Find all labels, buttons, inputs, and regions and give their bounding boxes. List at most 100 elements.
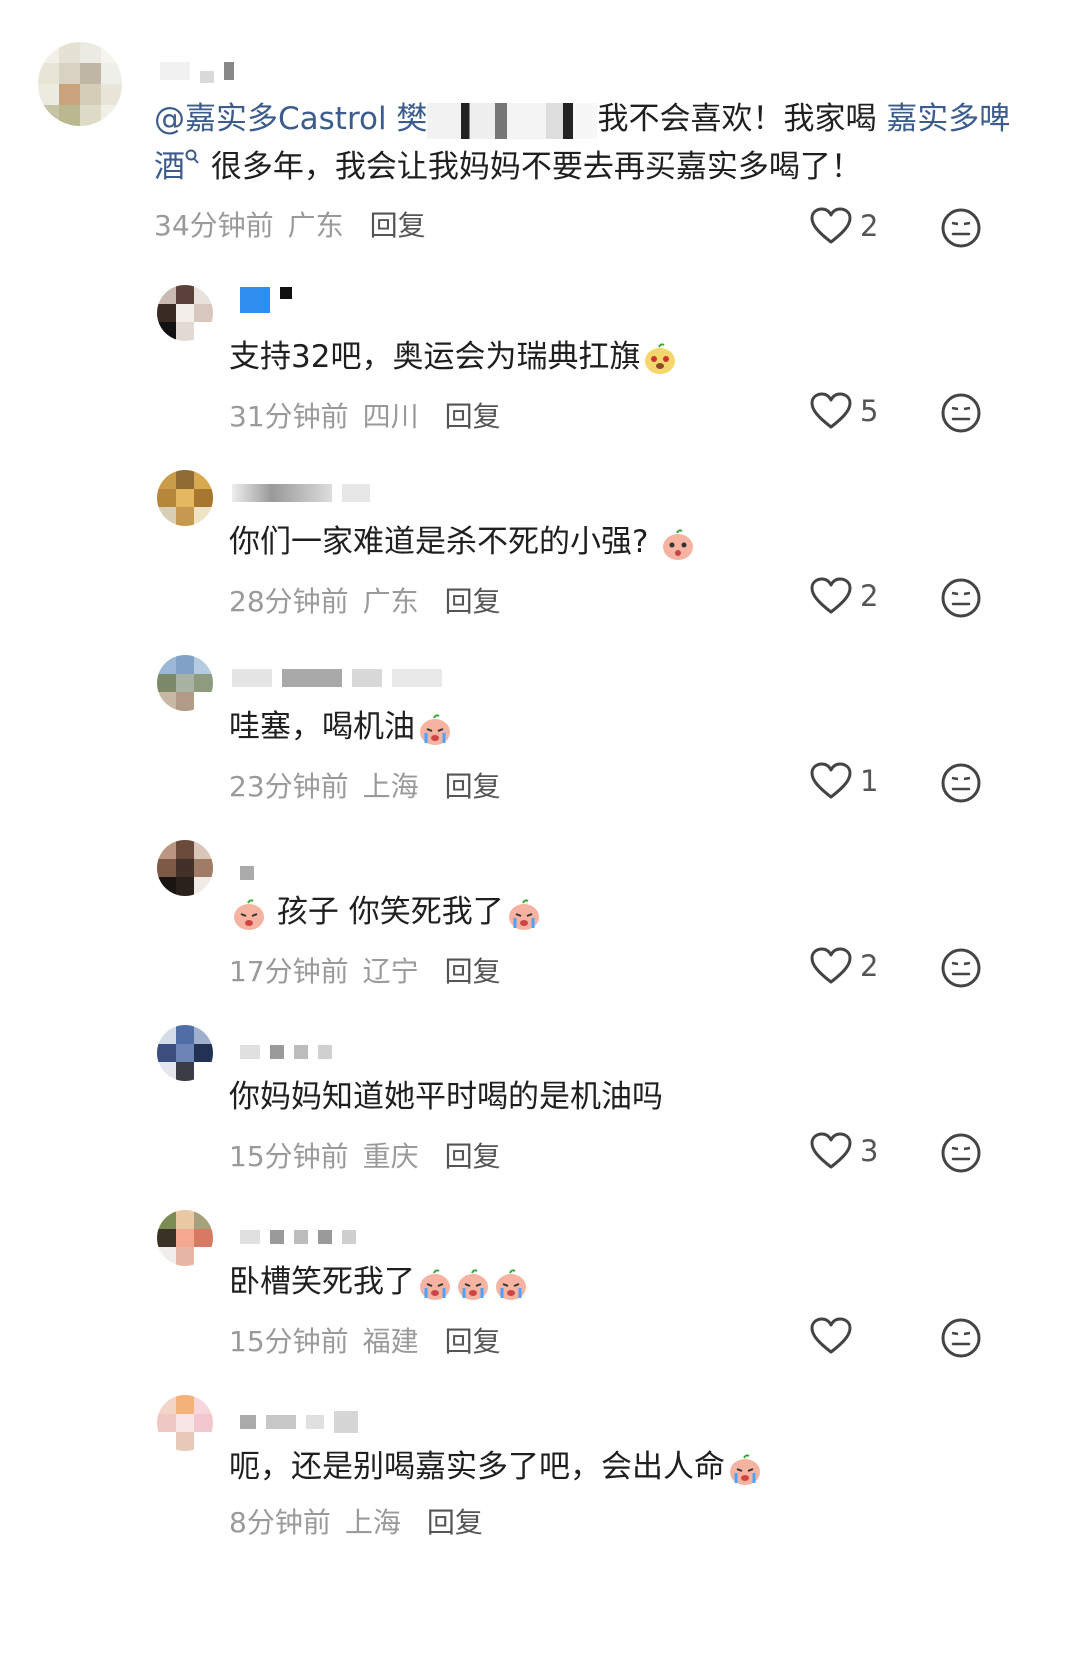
dog-emoji — [645, 342, 676, 374]
like-count: 3 — [860, 1134, 879, 1168]
heart-outline-icon — [810, 1132, 852, 1169]
comment-meta: 15分钟前 重庆 回复 — [229, 1135, 501, 1175]
mention-link[interactable]: @嘉实多Castrol 樊 — [154, 101, 427, 137]
heart-outline-icon — [810, 1317, 852, 1354]
neutral-face-icon — [941, 1318, 981, 1358]
username[interactable] — [160, 60, 234, 83]
crying-peach-emoji — [234, 898, 264, 930]
username[interactable] — [240, 1041, 332, 1063]
search-icon — [185, 149, 199, 164]
like-button[interactable]: 2 — [810, 577, 878, 615]
like-button[interactable]: 5 — [810, 392, 878, 430]
crying-peach-emoji — [420, 713, 450, 745]
crying-peach-emoji — [730, 1453, 760, 1485]
comment-meta: 34分钟前 广东 回复 — [154, 204, 426, 244]
location: 福建 — [362, 1325, 419, 1358]
reply-button[interactable]: 回复 — [445, 1320, 501, 1360]
timestamp: 15分钟前 — [229, 1325, 349, 1358]
like-button[interactable]: 3 — [810, 1132, 878, 1170]
username[interactable] — [240, 1411, 358, 1433]
location: 重庆 — [362, 1140, 419, 1173]
comment-meta: 15分钟前 福建 回复 — [229, 1320, 501, 1360]
reply-button[interactable]: 回复 — [445, 950, 501, 990]
neutral-face-icon — [941, 393, 981, 433]
heart-outline-icon — [810, 947, 852, 984]
timestamp: 15分钟前 — [229, 1140, 349, 1173]
location: 上海 — [344, 1506, 401, 1539]
like-button[interactable]: 2 — [810, 207, 878, 245]
neutral-face-icon — [941, 948, 981, 988]
avatar[interactable] — [157, 840, 213, 896]
dislike-button[interactable] — [940, 1132, 982, 1178]
comment-meta: 23分钟前 上海 回复 — [229, 765, 501, 805]
dislike-button[interactable] — [940, 762, 982, 808]
crying-peach-emoji — [496, 1268, 526, 1300]
username[interactable] — [232, 482, 370, 504]
timestamp: 17分钟前 — [229, 955, 349, 988]
comment-text: @嘉实多Castrol 樊我不会喜欢！我家喝 嘉实多啤酒 很多年，我会让我妈妈不… — [154, 101, 1011, 185]
avatar[interactable] — [157, 285, 213, 341]
comment-text: 你妈妈知道她平时喝的是机油吗 — [229, 1079, 663, 1115]
reply-button[interactable]: 回复 — [445, 395, 501, 435]
crying-peach-emoji — [458, 1268, 488, 1300]
neutral-face-icon — [941, 763, 981, 803]
comment-text: 呃，还是别喝嘉实多了吧，会出人命 — [229, 1443, 763, 1491]
heart-outline-icon — [810, 392, 852, 429]
neutral-face-icon — [941, 208, 981, 248]
location: 广东 — [362, 585, 419, 618]
dislike-button[interactable] — [940, 207, 982, 253]
like-button[interactable] — [810, 1317, 860, 1355]
heart-outline-icon — [810, 762, 852, 799]
reply-button[interactable]: 回复 — [445, 1135, 501, 1175]
reply-button[interactable]: 回复 — [370, 204, 426, 244]
timestamp: 28分钟前 — [229, 585, 349, 618]
comment-meta: 31分钟前 四川 回复 — [229, 395, 501, 435]
neutral-face-icon — [941, 578, 981, 618]
heart-outline-icon — [810, 207, 852, 244]
timestamp: 31分钟前 — [229, 400, 349, 433]
location: 四川 — [362, 400, 419, 433]
comment-meta: 8分钟前 上海 回复 — [229, 1501, 483, 1541]
neutral-face-icon — [941, 1133, 981, 1173]
username[interactable] — [240, 862, 254, 884]
comment-text: 你们一家难道是杀不死的小强? — [229, 518, 696, 566]
dislike-button[interactable] — [940, 1317, 982, 1363]
reply-button[interactable]: 回复 — [445, 765, 501, 805]
like-count: 2 — [860, 949, 879, 983]
location: 上海 — [362, 770, 419, 803]
comment-meta: 17分钟前 辽宁 回复 — [229, 950, 501, 990]
like-button[interactable]: 2 — [810, 947, 878, 985]
avatar[interactable] — [157, 1210, 213, 1266]
location: 广东 — [287, 209, 344, 242]
timestamp: 34分钟前 — [154, 209, 274, 242]
peach-emoji — [663, 528, 694, 560]
timestamp: 8分钟前 — [229, 1506, 331, 1539]
avatar[interactable] — [157, 470, 213, 526]
dislike-button[interactable] — [940, 947, 982, 993]
heart-outline-icon — [810, 577, 852, 614]
timestamp: 23分钟前 — [229, 770, 349, 803]
dislike-button[interactable] — [940, 392, 982, 438]
location: 辽宁 — [362, 955, 419, 988]
crying-peach-emoji — [508, 898, 539, 930]
reply-button[interactable]: 回复 — [445, 580, 501, 620]
crying-peach-emoji — [420, 1268, 450, 1300]
avatar[interactable] — [157, 655, 213, 711]
comment-meta: 28分钟前 广东 回复 — [229, 580, 501, 620]
avatar[interactable] — [157, 1395, 213, 1451]
avatar[interactable] — [38, 42, 122, 126]
like-count: 2 — [860, 579, 879, 613]
comment-text: 哇塞，喝机油 — [229, 703, 453, 751]
like-count: 1 — [860, 764, 879, 798]
username[interactable] — [232, 667, 442, 689]
like-button[interactable]: 1 — [810, 762, 878, 800]
dislike-button[interactable] — [940, 577, 982, 623]
like-count: 5 — [860, 394, 879, 428]
blurred-name — [427, 102, 598, 139]
username[interactable] — [240, 287, 292, 313]
reply-button[interactable]: 回复 — [427, 1501, 483, 1541]
like-count: 2 — [860, 209, 879, 243]
username[interactable] — [240, 1226, 356, 1248]
avatar[interactable] — [157, 1025, 213, 1081]
comment-text: 卧槽笑死我了 — [229, 1258, 529, 1306]
